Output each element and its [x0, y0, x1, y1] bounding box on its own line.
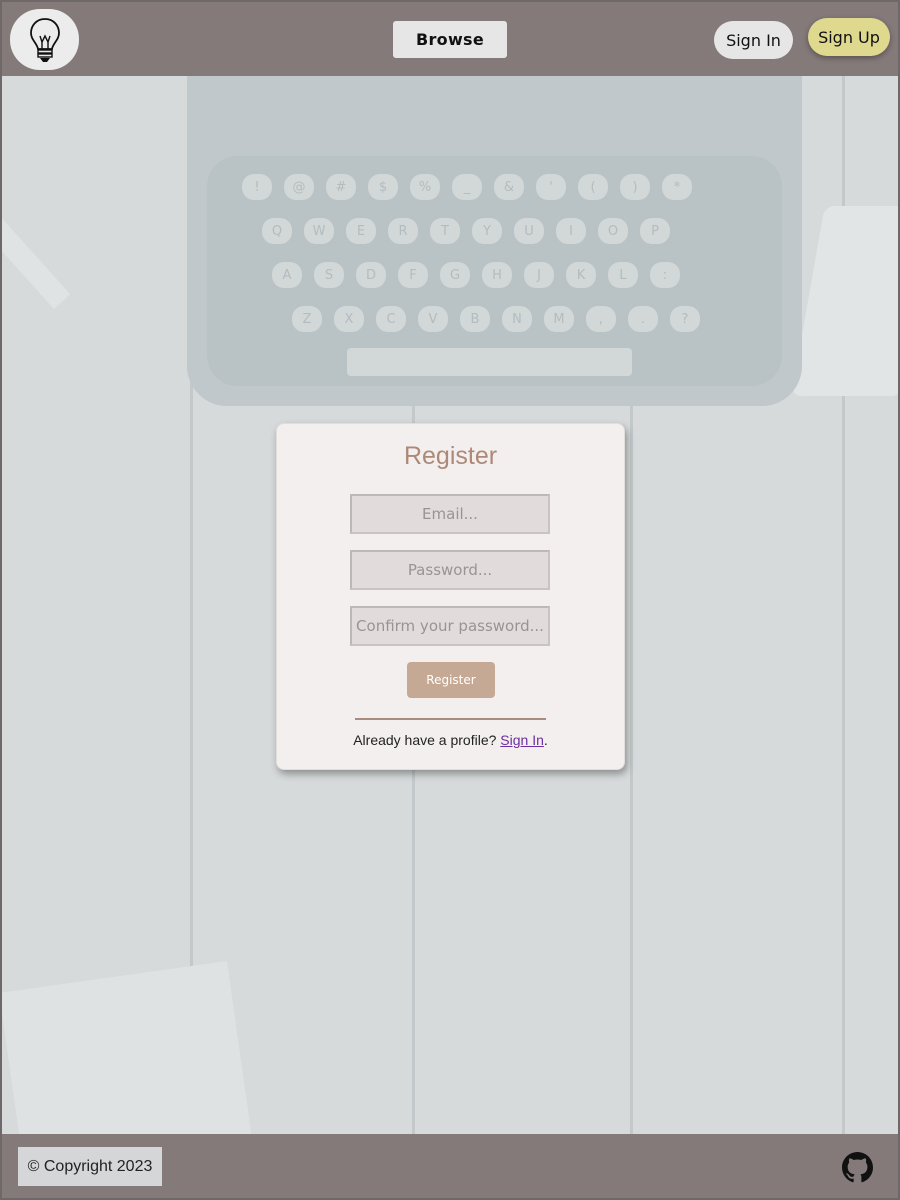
already-have-profile-text: Already have a profile? Sign In. — [277, 732, 624, 748]
typewriter-key: $ — [368, 174, 398, 200]
typewriter-image: ! @ # $% _ & ' () * Q W E R T Y U I O P A S D F G H J K L: Z X C V B N M,.… — [187, 76, 802, 406]
lightbulb-icon — [29, 17, 60, 62]
typewriter-key: _ — [452, 174, 482, 200]
sign-in-button[interactable]: Sign In — [714, 21, 793, 59]
typewriter-key: V — [418, 306, 448, 332]
typewriter-key: K — [566, 262, 596, 288]
typewriter-key: # — [326, 174, 356, 200]
typewriter-key: D — [356, 262, 386, 288]
typewriter-key: G — [440, 262, 470, 288]
typewriter-key: F — [398, 262, 428, 288]
typewriter-key: ? — [670, 306, 700, 332]
typewriter-key: M — [544, 306, 574, 332]
github-icon[interactable] — [842, 1152, 873, 1183]
footer: © Copyright 2023 — [2, 1134, 898, 1198]
register-card: Register Register Already have a profile… — [276, 423, 625, 770]
typewriter-key: , — [586, 306, 616, 332]
browse-button[interactable]: Browse — [393, 21, 507, 58]
typewriter-key: B — [460, 306, 490, 332]
logo-button[interactable] — [10, 9, 79, 70]
typewriter-key: Y — [472, 218, 502, 244]
paper-shape — [791, 206, 898, 396]
typewriter-key: * — [662, 174, 692, 200]
typewriter-key: ! — [242, 174, 272, 200]
typewriter-key: U — [514, 218, 544, 244]
typewriter-key: P — [640, 218, 670, 244]
typewriter-key: . — [628, 306, 658, 332]
already-text: Already have a profile? — [353, 732, 497, 748]
typewriter-key: W — [304, 218, 334, 244]
typewriter-key: % — [410, 174, 440, 200]
sign-in-link[interactable]: Sign In — [500, 732, 544, 748]
typewriter-key: R — [388, 218, 418, 244]
typewriter-key: Q — [262, 218, 292, 244]
divider — [355, 718, 546, 720]
typewriter-key: @ — [284, 174, 314, 200]
typewriter-key: N — [502, 306, 532, 332]
typewriter-key: C — [376, 306, 406, 332]
typewriter-key: & — [494, 174, 524, 200]
typewriter-key: A — [272, 262, 302, 288]
typewriter-key: O — [598, 218, 628, 244]
typewriter-key: ) — [620, 174, 650, 200]
sign-up-button[interactable]: Sign Up — [808, 18, 890, 56]
top-nav: Browse Sign In Sign Up — [2, 2, 898, 76]
register-title: Register — [403, 442, 498, 470]
password-field[interactable] — [350, 550, 550, 590]
typewriter-key: ' — [536, 174, 566, 200]
typewriter-key: L — [608, 262, 638, 288]
typewriter-key: : — [650, 262, 680, 288]
typewriter-key: S — [314, 262, 344, 288]
register-submit-button[interactable]: Register — [407, 662, 495, 698]
period: . — [543, 732, 548, 748]
typewriter-key: Z — [292, 306, 322, 332]
typewriter-key: J — [524, 262, 554, 288]
copyright-text: © Copyright 2023 — [18, 1147, 162, 1186]
confirm-password-field[interactable] — [350, 606, 550, 646]
typewriter-key: H — [482, 262, 512, 288]
typewriter-key: E — [346, 218, 376, 244]
paper-shape — [2, 960, 255, 1134]
typewriter-key: ( — [578, 174, 608, 200]
typewriter-key: T — [430, 218, 460, 244]
typewriter-key: I — [556, 218, 586, 244]
pencil-shape — [2, 205, 71, 309]
email-field[interactable] — [350, 494, 550, 534]
typewriter-spacebar — [347, 348, 632, 376]
typewriter-key: X — [334, 306, 364, 332]
